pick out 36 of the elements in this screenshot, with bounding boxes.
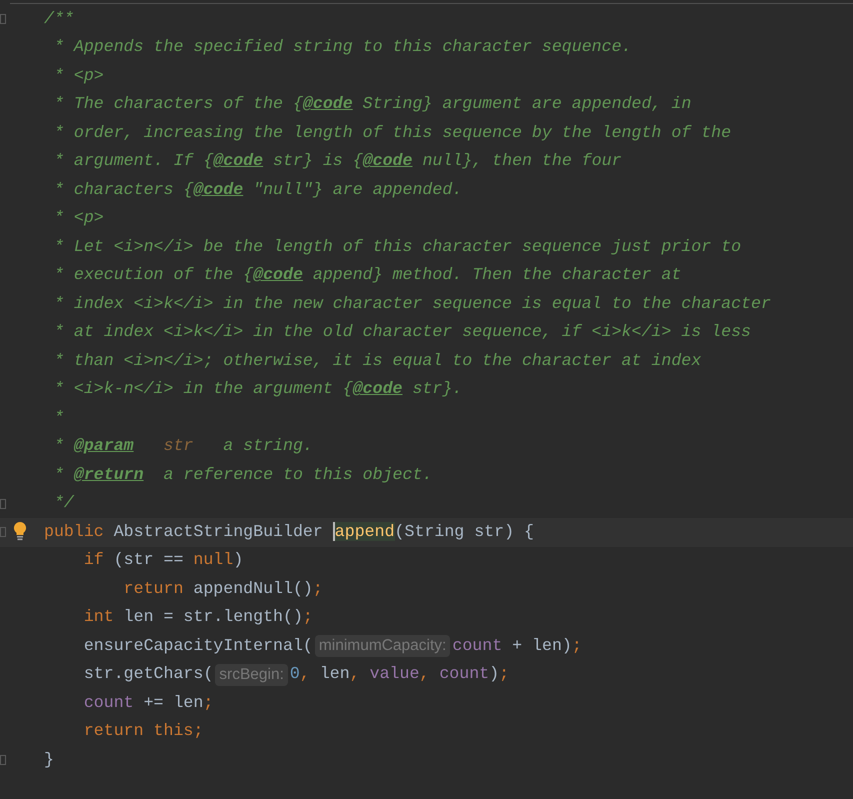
doc-comment: * The characters of the {@code String} argument are appended, in: [52, 93, 692, 116]
doc-comment: * Appends the specified string to this character sequence.: [52, 36, 632, 58]
code-text: str.getChars(: [82, 663, 214, 686]
doc-comment: * at index <i>k</i> in the old character sequence, if <i>k</i> is less: [52, 321, 752, 344]
doc-comment: * <p>: [52, 207, 104, 230]
code-text: public AbstractStringBuilder append(String str) {: [44, 520, 534, 543]
doc-comment: * order, increasing the length of this sequence by the length of the: [52, 122, 732, 144]
doc-comment: *: [52, 406, 64, 429]
doc-comment: * <p>: [52, 64, 104, 87]
doc-comment: * index <i>k</i> in the new character sequence is equal to the character: [52, 292, 771, 315]
code-text: count += len;: [82, 692, 214, 714]
code-text: int len = str.length();: [82, 606, 313, 628]
parameter-hint: srcBegin:: [215, 664, 288, 686]
doc-comment: /**: [44, 8, 74, 30]
code-text: if (str == null): [82, 549, 244, 572]
doc-comment: */: [52, 492, 74, 514]
light-bulb-icon[interactable]: [13, 521, 27, 541]
code-text: ensureCapacityInternal(: [82, 634, 313, 657]
parameter-hint: minimumCapacity:: [314, 635, 450, 658]
doc-comment: * argument. If {@code str} is {@code null}, then the four: [52, 150, 622, 172]
doc-comment: * than <i>n</i>; otherwise, it is equal to the character at index: [52, 350, 702, 372]
doc-comment: * @param str a string.: [52, 435, 313, 458]
fold-marker-icon[interactable]: [0, 755, 6, 765]
doc-comment: * Let <i>n</i> be the length of this character sequence just prior to: [52, 236, 742, 258]
doc-comment: * <i>k-n</i> in the argument {@code str}.: [52, 378, 462, 400]
doc-comment: * characters {@code "null"} are appended.: [52, 178, 462, 201]
code-text: return appendNull();: [122, 578, 323, 600]
doc-comment: * execution of the {@code append} method. Then the character at: [52, 264, 682, 286]
fold-marker-icon[interactable]: [0, 14, 6, 24]
fold-marker-icon[interactable]: [0, 527, 6, 537]
code-text: count + len);: [452, 634, 582, 657]
code-text: }: [44, 748, 54, 771]
fold-marker-icon[interactable]: [0, 498, 6, 508]
doc-comment: * @return a reference to this object.: [52, 464, 432, 486]
code-text: 0, len, value, count);: [290, 663, 510, 686]
code-text: return this;: [82, 720, 204, 742]
